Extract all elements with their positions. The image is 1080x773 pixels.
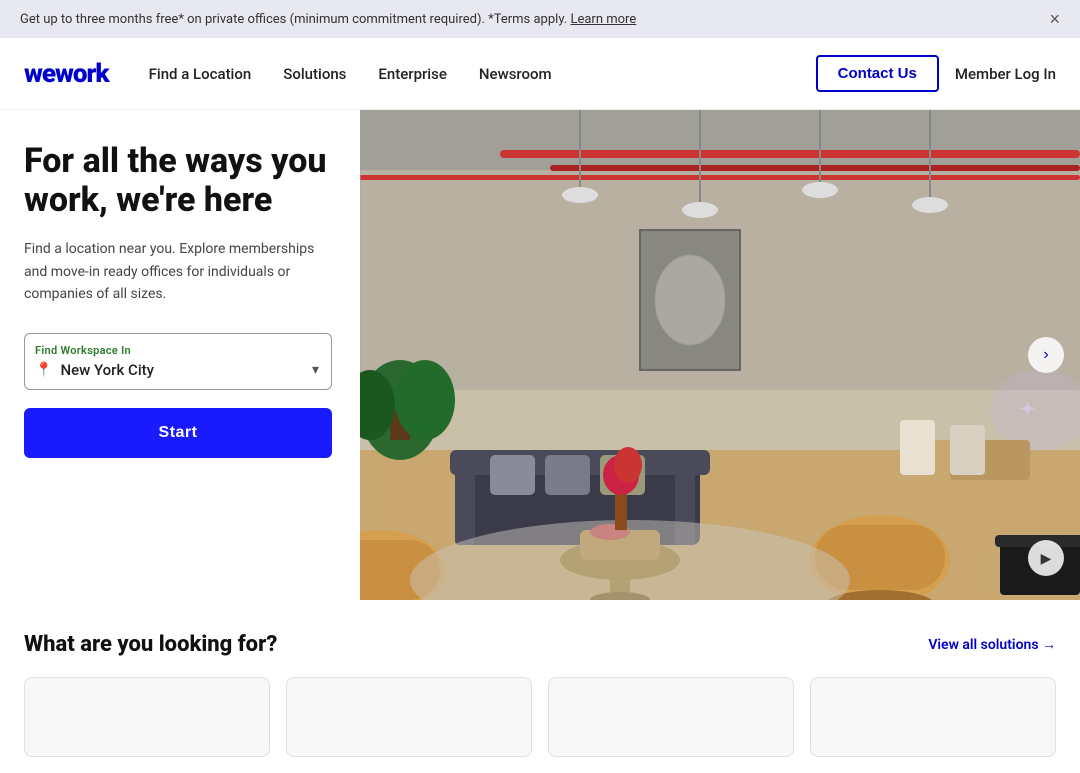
solution-card-1[interactable]: [24, 677, 270, 757]
hero-subtitle: Find a location near you. Explore member…: [24, 238, 332, 305]
solution-card-2[interactable]: [286, 677, 532, 757]
view-all-solutions-link[interactable]: View all solutions →: [928, 636, 1056, 653]
bottom-header: What are you looking for? View all solut…: [24, 632, 1056, 657]
bottom-section: What are you looking for? View all solut…: [0, 600, 1080, 773]
nav-newsroom[interactable]: Newsroom: [479, 65, 552, 83]
location-pin-icon: 📍: [35, 362, 52, 378]
header-actions: Contact Us Member Log In: [816, 55, 1056, 92]
hero-play-button[interactable]: ▶: [1028, 540, 1064, 576]
workspace-label: Find Workspace In: [35, 344, 319, 357]
contact-us-button[interactable]: Contact Us: [816, 55, 939, 92]
hero-section: ✦ For all the ways you work, we're here …: [0, 110, 1080, 600]
logo[interactable]: wework: [24, 59, 109, 89]
solutions-row: [24, 677, 1056, 757]
play-icon: ▶: [1041, 550, 1052, 567]
solution-card-3[interactable]: [548, 677, 794, 757]
announcement-text: Get up to three months free* on private …: [20, 12, 636, 27]
nav-enterprise[interactable]: Enterprise: [378, 65, 446, 83]
start-button[interactable]: Start: [24, 408, 332, 458]
solution-card-4[interactable]: [810, 677, 1056, 757]
chevron-right-icon: ›: [1043, 346, 1048, 364]
learn-more-link[interactable]: Learn more: [570, 12, 636, 27]
chevron-down-icon: ▾: [312, 362, 319, 378]
section-title: What are you looking for?: [24, 632, 277, 657]
hero-title: For all the ways you work, we're here: [24, 142, 332, 220]
svg-text:✦: ✦: [1020, 399, 1035, 420]
hero-content-card: For all the ways you work, we're here Fi…: [0, 110, 360, 600]
workspace-input-wrapper[interactable]: Find Workspace In 📍 New York City ▾: [24, 333, 332, 390]
nav-find-location[interactable]: Find a Location: [149, 65, 252, 83]
workspace-city-value: New York City: [60, 361, 312, 379]
nav-solutions[interactable]: Solutions: [283, 65, 346, 83]
hero-next-arrow-button[interactable]: ›: [1028, 337, 1064, 373]
workspace-input-row: 📍 New York City ▾: [35, 361, 319, 379]
announcement-close-button[interactable]: ×: [1049, 10, 1060, 28]
header: wework Find a Location Solutions Enterpr…: [0, 38, 1080, 110]
announcement-bar: Get up to three months free* on private …: [0, 0, 1080, 38]
main-nav: Find a Location Solutions Enterprise New…: [149, 65, 816, 83]
member-login-link[interactable]: Member Log In: [955, 65, 1056, 83]
